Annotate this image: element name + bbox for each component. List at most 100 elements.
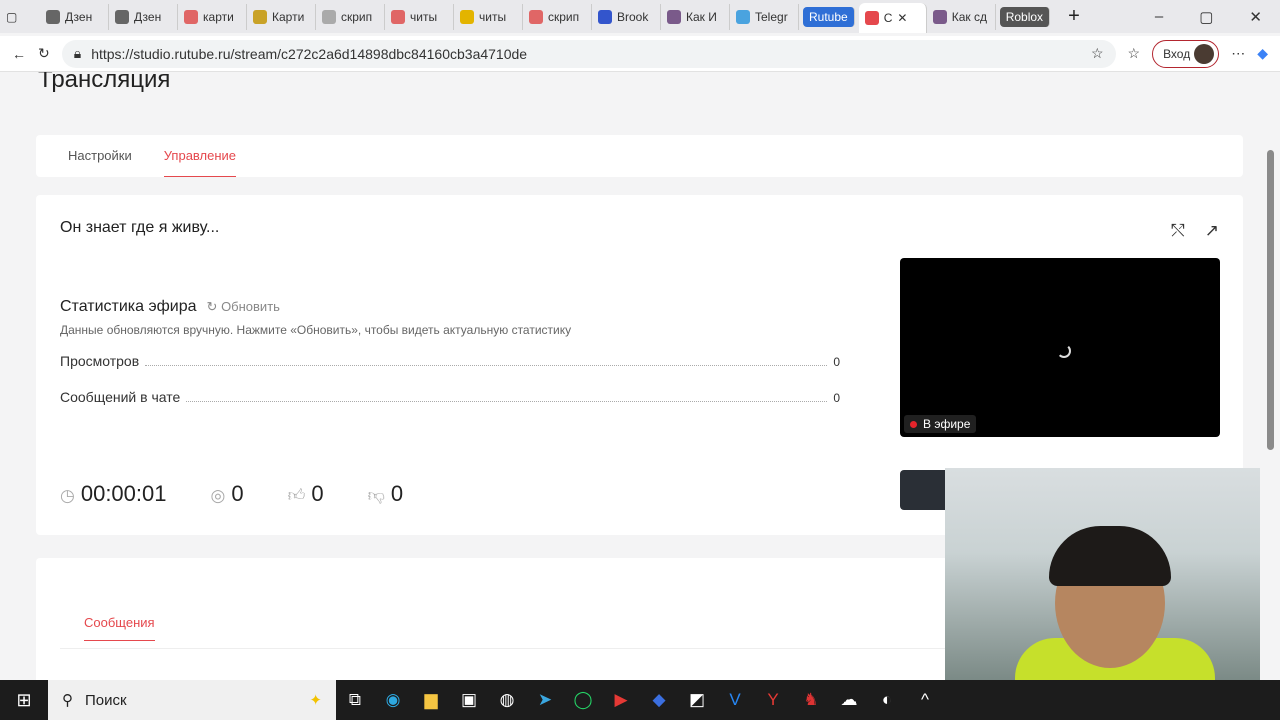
viewers-icon: ◎ bbox=[210, 486, 226, 505]
stream-title: Он знает где я живу... bbox=[60, 219, 220, 236]
tab-rutube[interactable]: Rutube bbox=[803, 6, 855, 27]
stat-row-views: Просмотров 0 bbox=[60, 353, 840, 369]
webcam-overlay bbox=[945, 468, 1260, 680]
url-input[interactable]: 🔒︎ https://studio.rutube.ru/stream/c272c2… bbox=[61, 39, 1116, 68]
lock-icon: 🔒︎ bbox=[73, 45, 82, 61]
reload-icon[interactable]: ↻ bbox=[38, 45, 50, 62]
vk-icon[interactable]: V bbox=[716, 690, 754, 710]
steam-icon[interactable]: ◍ bbox=[488, 690, 526, 710]
favicon-icon bbox=[391, 9, 405, 24]
tab-item[interactable]: Карти bbox=[247, 3, 316, 30]
tab-label: Дзен bbox=[134, 9, 162, 24]
tab-item[interactable]: Дзен bbox=[109, 3, 178, 30]
more-icon[interactable]: ⋯ bbox=[1231, 45, 1245, 62]
tab-label: скрип bbox=[341, 9, 373, 24]
tab-item[interactable]: скрип bbox=[316, 3, 385, 30]
star-icon[interactable]: ☆ bbox=[1091, 45, 1104, 62]
live-label: В эфире bbox=[923, 417, 971, 431]
page-tabs: Настройки Управление bbox=[36, 135, 1243, 177]
cloud-icon[interactable]: ☁ bbox=[830, 690, 868, 710]
telegram-icon[interactable]: ➤ bbox=[526, 690, 564, 710]
scrollbar[interactable] bbox=[1262, 72, 1280, 680]
yandex-browser-icon[interactable]: Y bbox=[754, 690, 792, 710]
favorites-icon[interactable]: ☆ bbox=[1128, 45, 1141, 62]
likes-count: 0 bbox=[311, 481, 324, 506]
tab-label: Brook bbox=[617, 9, 649, 24]
roblox-studio-icon[interactable]: ◆ bbox=[640, 690, 678, 710]
store-icon[interactable]: ▣ bbox=[450, 690, 488, 710]
tab-item[interactable]: карти bbox=[178, 3, 247, 30]
tab-item[interactable]: читы bbox=[385, 3, 454, 30]
stat-label: Сообщений в чате bbox=[60, 389, 181, 405]
tab-label: Telegr bbox=[755, 9, 788, 24]
tab-item[interactable]: Как И bbox=[661, 3, 730, 30]
rutube-studio-icon bbox=[864, 11, 879, 25]
tab-settings[interactable]: Настройки bbox=[68, 135, 132, 177]
browser-tab-bar: ▢ Дзен Дзен карти Карти скрип читы читы скрип Br… bbox=[0, 0, 1280, 33]
refresh-button[interactable]: ↻ Обновить bbox=[207, 299, 280, 315]
roblox-icon[interactable]: ◩ bbox=[678, 690, 716, 710]
video-player[interactable]: В эфире bbox=[900, 258, 1220, 437]
search-icon: ⚲ bbox=[62, 692, 73, 709]
tab-label: С bbox=[883, 11, 893, 25]
tab-actions-icon[interactable]: ▢ bbox=[0, 4, 40, 30]
favicon-icon bbox=[253, 9, 267, 24]
back-icon[interactable]: ← bbox=[12, 46, 26, 62]
page-title: Трансляция bbox=[38, 72, 171, 93]
tab-label: Дзен bbox=[65, 9, 93, 24]
dislike-icon: 👎︎ bbox=[367, 486, 385, 505]
stats-title: Статистика эфира bbox=[60, 298, 197, 315]
close-window-icon[interactable]: ✕ bbox=[1249, 8, 1262, 26]
taskbar-search[interactable]: ⚲ Поиск ✦ bbox=[48, 680, 336, 720]
tab-item[interactable]: Brook bbox=[592, 3, 661, 30]
like-icon: 👍︎ bbox=[287, 486, 306, 505]
dislikes-count: 0 bbox=[390, 481, 404, 506]
sparkle-icon: ✦ bbox=[309, 692, 322, 709]
windows-start-icon[interactable]: ⊞ bbox=[0, 690, 48, 711]
tab-item[interactable]: читы bbox=[454, 3, 523, 30]
close-tab-icon[interactable]: ✕ bbox=[897, 11, 907, 25]
live-badge: В эфире bbox=[904, 415, 977, 433]
stat-value: 0 bbox=[833, 391, 840, 405]
login-button[interactable]: Вход bbox=[1152, 39, 1220, 68]
tab-label: Как сд bbox=[951, 9, 987, 24]
tray-chevron-icon[interactable]: ^ bbox=[906, 690, 944, 710]
favicon-icon bbox=[667, 9, 681, 24]
new-tab-icon[interactable]: + bbox=[1068, 5, 1080, 28]
favicon-icon bbox=[460, 9, 474, 24]
copilot-icon[interactable]: ◆ bbox=[1257, 45, 1268, 62]
tab-item[interactable]: скрип bbox=[523, 3, 592, 30]
stat-row-messages: Сообщений в чате 0 bbox=[60, 389, 840, 405]
loading-spinner-icon bbox=[1057, 344, 1071, 358]
tab-label: Как И bbox=[686, 9, 717, 24]
maximize-icon[interactable]: ▢ bbox=[1199, 8, 1213, 26]
tab-item[interactable]: Telegr bbox=[730, 3, 799, 30]
taskbar: ⊞ ⚲ Поиск ✦ ⧉ ◉ ▆ ▣ ◍ ➤ ◯ ▶ ◆ ◩ V Y ♞ ☁ ◐ … bbox=[0, 680, 1280, 720]
edge-icon[interactable]: ◉ bbox=[374, 690, 412, 710]
tab-active[interactable]: С ✕ bbox=[858, 3, 927, 33]
app-icon[interactable]: ♞ bbox=[792, 690, 830, 710]
whatsapp-icon[interactable]: ◯ bbox=[564, 690, 602, 710]
tab-control[interactable]: Управление bbox=[163, 135, 237, 177]
stat-label: Просмотров bbox=[60, 353, 140, 369]
open-external-icon[interactable]: ↗ bbox=[1205, 221, 1219, 241]
viewers-count: 0 bbox=[231, 481, 244, 506]
obs-icon[interactable]: ◐ bbox=[868, 690, 906, 710]
refresh-label: Обновить bbox=[221, 299, 280, 314]
file-explorer-icon[interactable]: ▆ bbox=[412, 690, 450, 710]
favicon-icon bbox=[529, 9, 543, 24]
favicon-icon bbox=[46, 9, 60, 24]
login-label: Вход bbox=[1163, 46, 1191, 61]
share-icon[interactable]: ⤲ bbox=[1171, 221, 1185, 241]
stats-note: Данные обновляются вручную. Нажмите «Обн… bbox=[60, 323, 572, 337]
youtube-icon[interactable]: ▶ bbox=[602, 690, 640, 710]
favicon-icon bbox=[115, 9, 129, 24]
task-view-icon[interactable]: ⧉ bbox=[336, 690, 374, 710]
tab-roblox[interactable]: Roblox bbox=[999, 6, 1051, 27]
favicon-icon bbox=[598, 9, 612, 24]
tab-messages[interactable]: Сообщения bbox=[84, 615, 155, 641]
tab-label: скрип bbox=[548, 9, 580, 24]
tab-item[interactable]: Как сд bbox=[927, 3, 996, 30]
minimize-icon[interactable]: – bbox=[1155, 8, 1163, 26]
tab-item[interactable]: Дзен bbox=[40, 3, 109, 30]
